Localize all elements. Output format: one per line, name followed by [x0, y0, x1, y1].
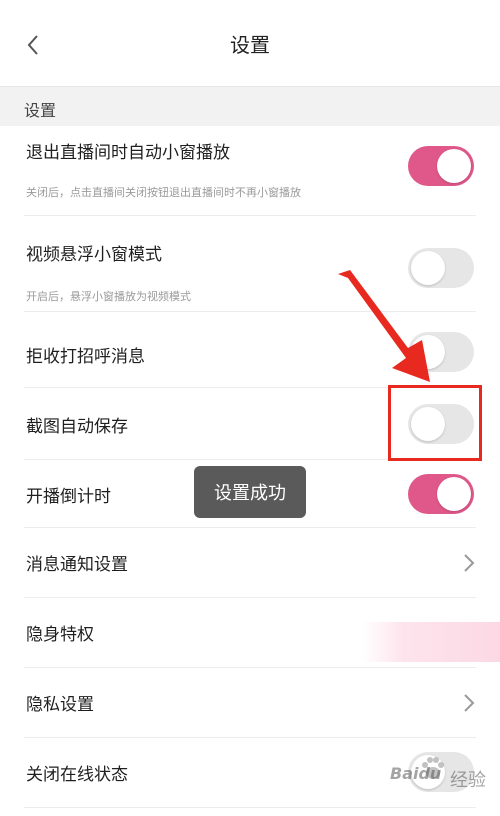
- toggle-knob: [437, 477, 471, 511]
- header-bar: 设置: [0, 0, 500, 86]
- baidu-jingyan-watermark: Baidu 经验: [388, 754, 498, 812]
- setting-title: 隐私设置: [26, 695, 94, 715]
- setting-title: 消息通知设置: [26, 555, 128, 575]
- annotation-arrow-icon: [338, 270, 430, 382]
- setting-row-privacy-settings[interactable]: 隐私设置: [0, 668, 500, 738]
- setting-title: 拒收打招呼消息: [26, 347, 145, 367]
- setting-title: 截图自动保存: [26, 417, 128, 437]
- watermark-brand: Baidu: [390, 764, 442, 783]
- toggle-knob: [437, 149, 471, 183]
- setting-row-auto-mini-window: 退出直播间时自动小窗播放 关闭后，点击直播间关闭按钮退出直播间时不再小窗播放: [0, 126, 500, 216]
- annotation-highlight-box: [388, 385, 482, 461]
- setting-row-notification-settings[interactable]: 消息通知设置: [0, 528, 500, 598]
- pink-overlay-artifact: [362, 622, 500, 662]
- success-toast: 设置成功: [194, 466, 306, 518]
- chevron-right-icon: [464, 694, 475, 712]
- setting-title: 关闭在线状态: [26, 765, 128, 785]
- setting-title: 视频悬浮小窗模式: [26, 245, 162, 265]
- setting-title: 隐身特权: [26, 625, 94, 645]
- setting-description: 开启后，悬浮小窗播放为视频模式: [26, 290, 191, 303]
- section-label: 设置: [24, 101, 57, 120]
- setting-description: 关闭后，点击直播间关闭按钮退出直播间时不再小窗播放: [26, 186, 301, 199]
- back-button[interactable]: [18, 28, 48, 62]
- section-header: 设置: [0, 86, 500, 127]
- stream-countdown-toggle[interactable]: [408, 474, 474, 514]
- auto-mini-window-toggle[interactable]: [408, 146, 474, 186]
- setting-title: 退出直播间时自动小窗播放: [26, 143, 230, 163]
- watermark-label: 经验: [450, 770, 486, 791]
- chevron-left-icon: [27, 35, 38, 55]
- page-title: 设置: [230, 32, 270, 57]
- setting-title: 开播倒计时: [26, 487, 111, 507]
- chevron-right-icon: [464, 554, 475, 572]
